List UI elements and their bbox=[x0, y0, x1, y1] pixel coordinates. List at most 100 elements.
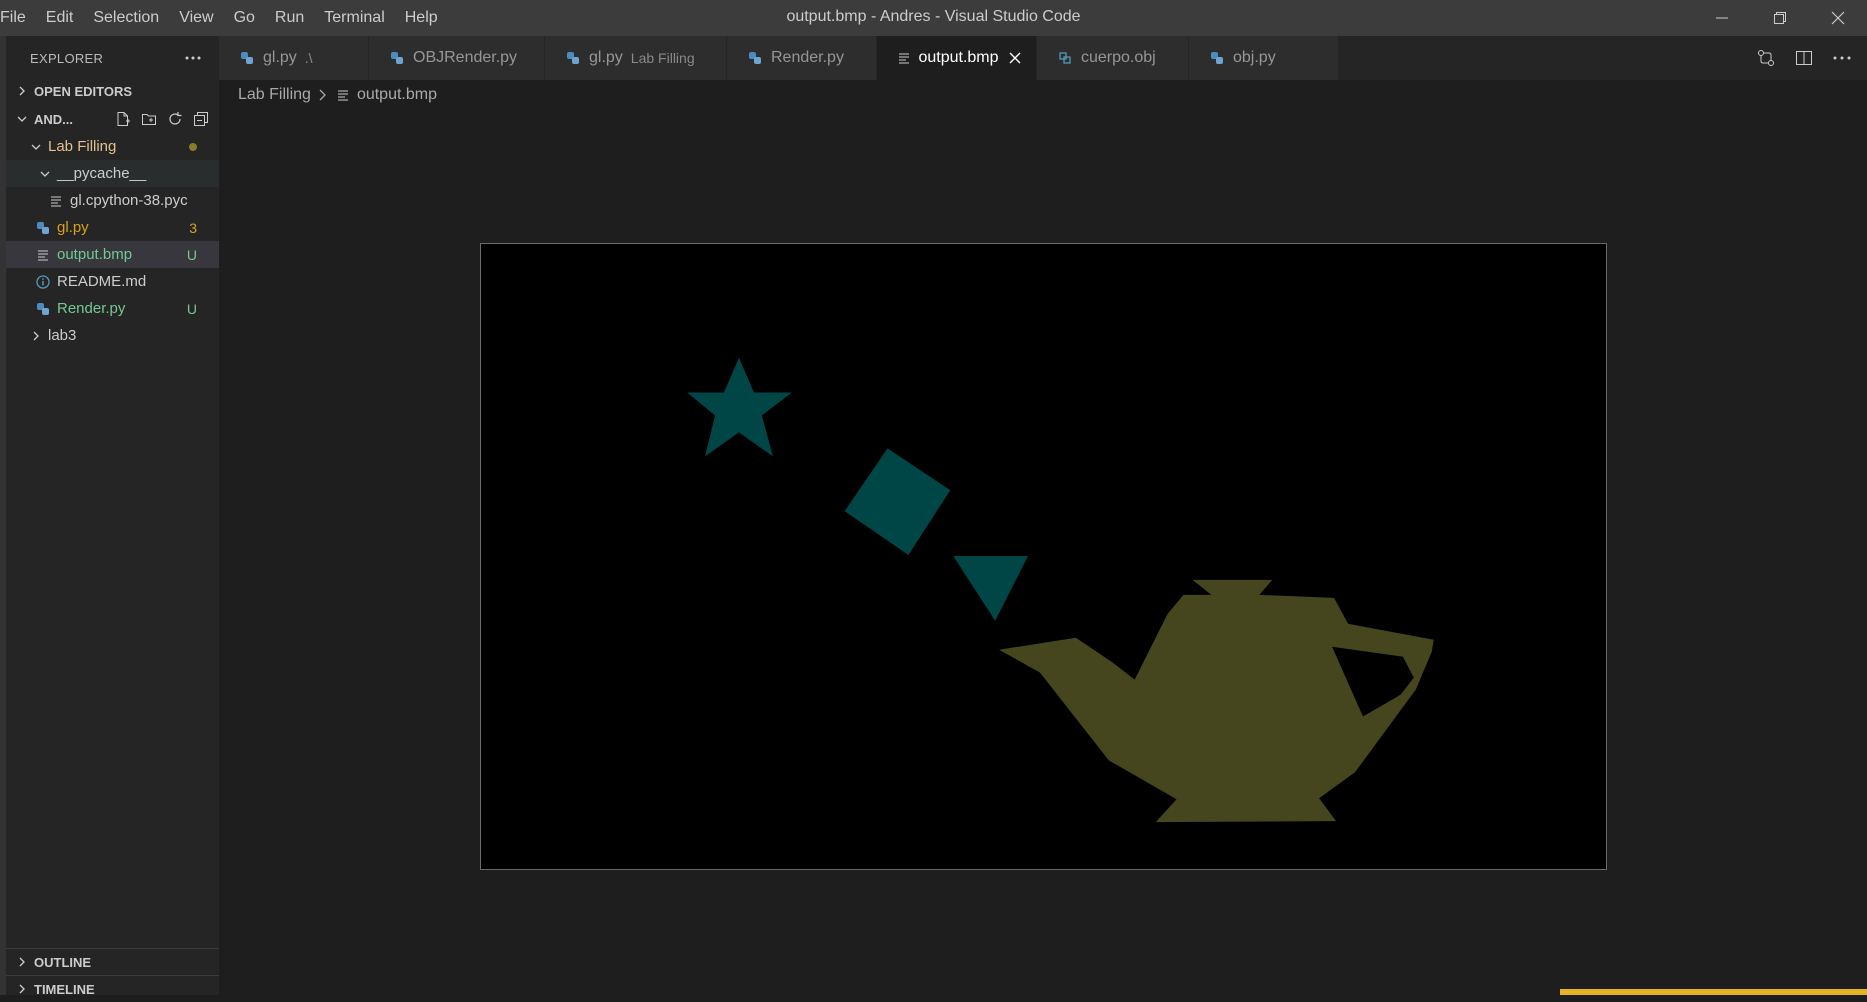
untracked-badge: U bbox=[186, 300, 197, 317]
tab-gl-py-root[interactable]: gl.py .\ bbox=[219, 36, 369, 80]
file-lines-icon bbox=[335, 87, 351, 103]
cube-icon bbox=[1057, 50, 1073, 66]
tab-output-bmp[interactable]: output.bmp bbox=[877, 36, 1037, 80]
tab-description: .\ bbox=[304, 50, 313, 66]
workspace-folder-label: AND... bbox=[34, 111, 73, 127]
window-controls bbox=[1693, 0, 1867, 36]
chevron-down-icon bbox=[28, 139, 44, 155]
outline-section-wrap: OUTLINE bbox=[6, 948, 219, 975]
modified-dot bbox=[189, 142, 197, 151]
explorer-toolbar bbox=[115, 111, 209, 127]
python-icon bbox=[747, 50, 763, 66]
tab-obj-py[interactable]: obj.py bbox=[1189, 36, 1339, 80]
status-bar-accent bbox=[1560, 989, 1867, 995]
new-folder-icon[interactable] bbox=[141, 111, 157, 127]
outline-section[interactable]: OUTLINE bbox=[6, 949, 219, 975]
collapse-all-icon[interactable] bbox=[193, 111, 209, 127]
tree-item-label: Lab Filling bbox=[48, 138, 117, 155]
workspace-folder-section[interactable]: AND... bbox=[6, 106, 219, 132]
file-lines-icon bbox=[897, 50, 910, 66]
chevron-down-icon bbox=[37, 166, 53, 182]
breadcrumb-file[interactable]: output.bmp bbox=[357, 86, 437, 104]
tab-gl-py-lab-filling[interactable]: gl.py Lab Filling bbox=[545, 36, 727, 80]
menu-view[interactable]: View bbox=[169, 0, 223, 36]
untracked-badge: U bbox=[186, 246, 197, 263]
close-icon bbox=[1831, 11, 1845, 25]
image-background bbox=[481, 244, 1606, 869]
file-tree: Lab Filling __pycache__ gl.cpython-38.py… bbox=[6, 133, 219, 349]
tree-item-lab3[interactable]: lab3 bbox=[6, 322, 219, 349]
image-preview bbox=[480, 243, 1607, 870]
editor-tabs: gl.py .\ OBJRender.py gl.py Lab Filling … bbox=[219, 36, 1867, 80]
chevron-down-icon bbox=[14, 111, 30, 127]
tab-description: Lab Filling bbox=[630, 50, 695, 66]
more-actions-icon[interactable] bbox=[1833, 56, 1851, 60]
tree-item-readme[interactable]: README.md bbox=[6, 268, 219, 295]
python-icon bbox=[239, 50, 255, 66]
restore-button[interactable] bbox=[1751, 0, 1809, 36]
menu-file[interactable]: File bbox=[0, 0, 36, 36]
tree-item-label: __pycache__ bbox=[57, 165, 147, 182]
tree-item-label: README.md bbox=[57, 273, 147, 290]
python-icon bbox=[35, 301, 51, 317]
close-tab-button[interactable] bbox=[1009, 52, 1022, 64]
tree-item-pycache[interactable]: __pycache__ bbox=[6, 160, 219, 187]
menu-selection[interactable]: Selection bbox=[83, 0, 169, 36]
tab-cuerpo-obj[interactable]: cuerpo.obj bbox=[1037, 36, 1189, 80]
tab-label: cuerpo.obj bbox=[1081, 49, 1156, 66]
editor-actions bbox=[1757, 36, 1851, 80]
tab-objrender-py[interactable]: OBJRender.py bbox=[369, 36, 545, 80]
timeline-section[interactable]: TIMELINE bbox=[6, 976, 219, 1002]
menu-go[interactable]: Go bbox=[224, 0, 265, 36]
tree-item-label: lab3 bbox=[48, 327, 77, 344]
tree-item-gl-cpython[interactable]: gl.cpython-38.pyc bbox=[6, 187, 219, 214]
breadcrumb-folder[interactable]: Lab Filling bbox=[238, 86, 311, 104]
outline-label: OUTLINE bbox=[34, 954, 92, 970]
title-bar: File Edit Selection View Go Run Terminal… bbox=[0, 0, 1867, 36]
open-editors-label: OPEN EDITORS bbox=[34, 83, 133, 99]
tree-item-lab-filling[interactable]: Lab Filling bbox=[6, 133, 219, 160]
info-icon bbox=[35, 274, 51, 290]
tab-label: gl.py bbox=[589, 49, 623, 66]
python-icon bbox=[35, 220, 51, 236]
tree-item-label: output.bmp bbox=[57, 246, 133, 263]
menu-terminal[interactable]: Terminal bbox=[314, 0, 394, 36]
tab-label: gl.py bbox=[263, 49, 297, 66]
close-icon bbox=[1009, 52, 1021, 64]
explorer-sidebar: EXPLORER OPEN EDITORS AND... Lab Filling… bbox=[6, 36, 219, 997]
tree-item-output-bmp[interactable]: output.bmp U bbox=[6, 241, 219, 268]
new-file-icon[interactable] bbox=[115, 111, 131, 127]
chevron-right-icon bbox=[14, 83, 30, 99]
menu-run[interactable]: Run bbox=[265, 0, 314, 36]
open-changes-icon[interactable] bbox=[1757, 49, 1775, 67]
python-icon bbox=[1209, 50, 1225, 66]
chevron-right-icon bbox=[28, 328, 44, 344]
open-editors-section[interactable]: OPEN EDITORS bbox=[6, 78, 219, 104]
tab-render-py[interactable]: Render.py bbox=[727, 36, 877, 80]
tree-item-label: Render.py bbox=[57, 300, 126, 317]
menu-edit[interactable]: Edit bbox=[36, 0, 84, 36]
file-lines-icon bbox=[48, 193, 64, 209]
breadcrumb: Lab Filling output.bmp bbox=[238, 80, 437, 110]
tab-label: Render.py bbox=[771, 49, 844, 66]
timeline-label: TIMELINE bbox=[34, 981, 95, 997]
minimize-button[interactable] bbox=[1693, 0, 1751, 36]
chevron-right-icon bbox=[319, 89, 327, 101]
restore-icon bbox=[1774, 12, 1786, 24]
split-editor-icon[interactable] bbox=[1795, 49, 1813, 67]
refresh-icon[interactable] bbox=[167, 111, 183, 127]
menu-bar: File Edit Selection View Go Run Terminal… bbox=[0, 0, 448, 36]
tree-item-render-py[interactable]: Render.py U bbox=[6, 295, 219, 322]
tab-label: OBJRender.py bbox=[413, 49, 518, 66]
file-lines-icon bbox=[35, 247, 51, 263]
python-icon bbox=[389, 50, 405, 66]
menu-help[interactable]: Help bbox=[395, 0, 448, 36]
minimize-icon bbox=[1716, 17, 1728, 19]
tree-item-gl-py[interactable]: gl.py 3 bbox=[6, 214, 219, 241]
timeline-section-wrap: TIMELINE bbox=[6, 975, 219, 1002]
tab-label: output.bmp bbox=[918, 49, 999, 66]
more-actions-icon[interactable] bbox=[185, 56, 201, 60]
chevron-right-icon bbox=[14, 954, 30, 970]
close-window-button[interactable] bbox=[1809, 0, 1867, 36]
python-icon bbox=[565, 50, 581, 66]
